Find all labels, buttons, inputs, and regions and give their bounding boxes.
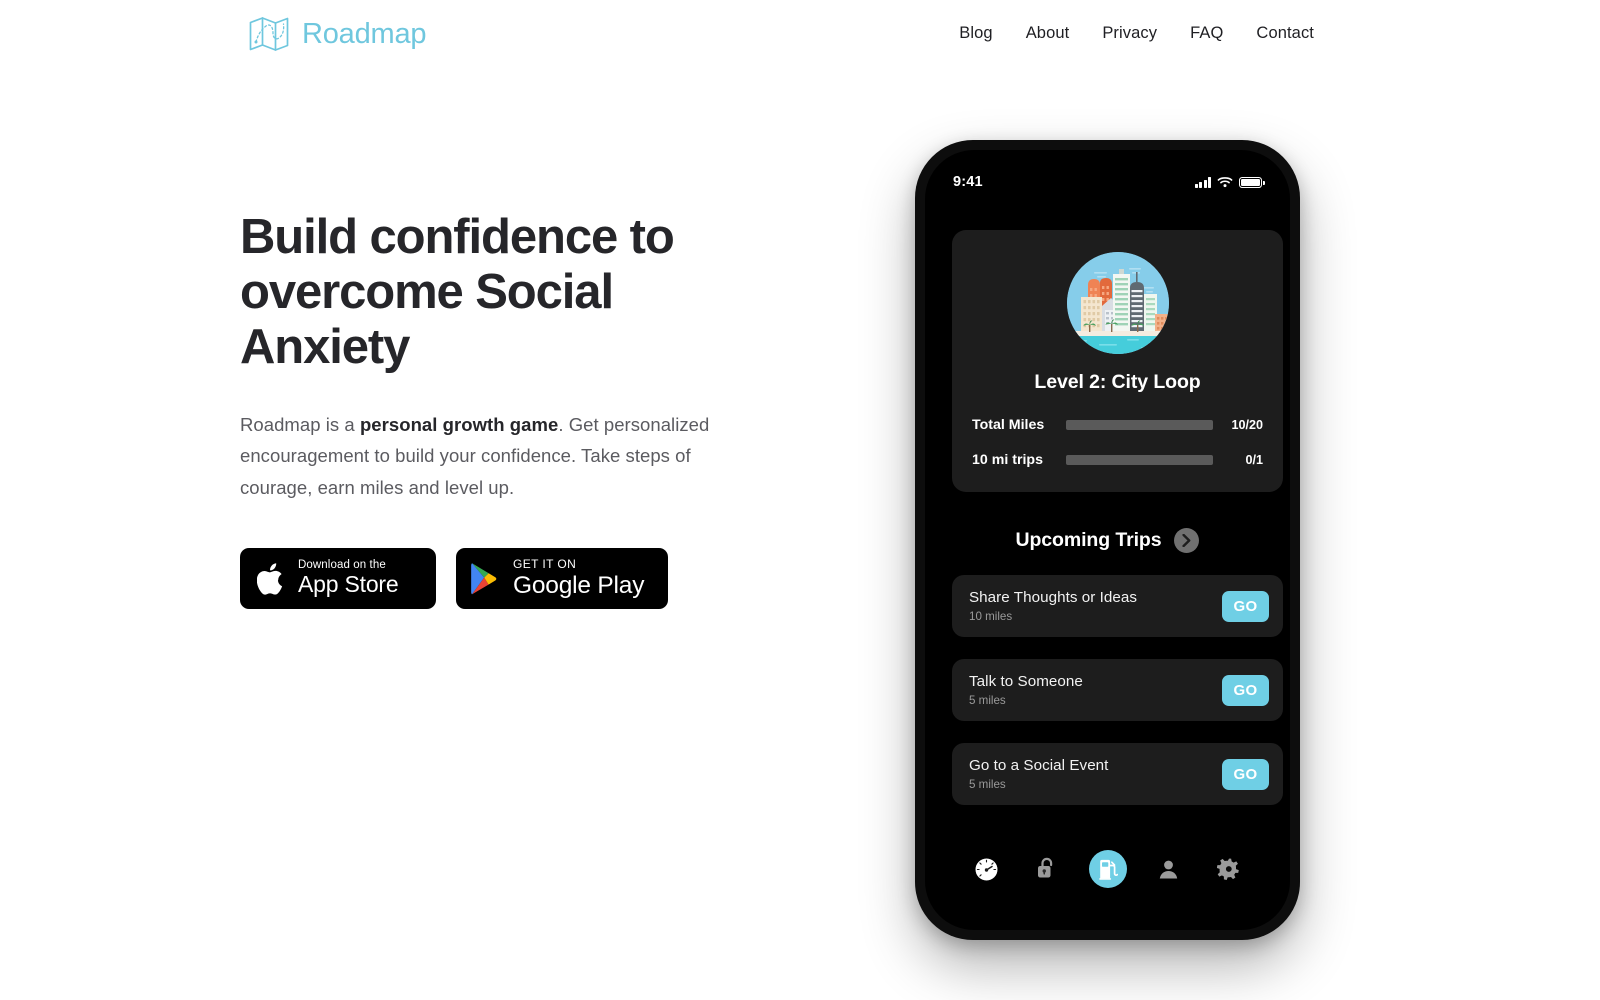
wifi-icon [1217,177,1233,188]
app-store-button[interactable]: Download on the App Store [240,548,436,610]
brand-logo[interactable]: Roadmap [248,14,427,54]
progress-value: 10/20 [1231,418,1263,432]
nav-item-contact[interactable]: Contact [1256,24,1314,43]
trip-miles: 5 miles [969,694,1006,707]
google-play-button[interactable]: GET IT ON Google Play [456,548,668,610]
trip-card[interactable]: Go to a Social Event 5 miles GO [952,743,1283,805]
hero-section: Build confidence to overcome Social Anxi… [240,210,760,610]
tab-speedometer[interactable] [967,850,1005,888]
phone-screen: 9:41 Level 2: City Loop Total Miles 10/2… [925,150,1290,930]
hero-paragraph: Roadmap is a personal growth game. Get p… [240,409,728,504]
store-badges: Download on the App Store GET IT ON Goog… [240,548,760,610]
nav-item-faq[interactable]: FAQ [1190,24,1223,43]
fuel-pump-icon [1099,859,1118,880]
speedometer-icon [975,858,997,880]
phone-frame: 9:41 Level 2: City Loop Total Miles 10/2… [915,140,1300,940]
trip-miles: 5 miles [969,778,1006,791]
trip-name: Talk to Someone [969,673,1083,690]
nav-item-privacy[interactable]: Privacy [1102,24,1157,43]
progress-row-total-miles: Total Miles 10/20 [972,413,1263,437]
tab-unlock[interactable] [1028,850,1066,888]
signal-icon [1195,177,1211,188]
progress-label: Total Miles [972,417,1045,433]
city-skyline-illustration [1066,252,1169,354]
trip-go-button[interactable]: GO [1222,674,1269,706]
bottom-tab-bar [925,850,1290,888]
level-title: Level 2: City Loop [1034,371,1201,393]
google-play-big-label: Google Play [513,571,645,599]
map-icon [249,17,289,51]
nav-item-blog[interactable]: Blog [959,24,992,43]
google-play-icon [471,562,497,594]
person-icon [1159,860,1177,878]
landing-page: Roadmap Blog About Privacy FAQ Contact B… [0,0,1600,1000]
progress-label: 10 mi trips [972,452,1043,468]
hero-paragraph-bold: personal growth game [359,413,559,435]
upcoming-trips-header: Upcoming Trips [925,528,1290,553]
nav-item-about[interactable]: About [1026,24,1070,43]
hero-paragraph-lead: Roadmap is a [240,413,360,435]
status-bar: 9:41 [925,171,1290,193]
level-card: Level 2: City Loop Total Miles 10/20 10 … [952,230,1283,492]
trip-card[interactable]: Share Thoughts or Ideas 10 miles GO [952,575,1283,637]
status-time: 9:41 [953,174,983,190]
brand-name: Roadmap [302,17,427,50]
trip-go-button[interactable]: GO [1222,758,1269,790]
tab-profile[interactable] [1149,850,1187,888]
tab-settings[interactable] [1210,850,1248,888]
trip-miles: 10 miles [969,610,1013,623]
gear-icon [1217,858,1239,880]
chevron-right-icon[interactable] [1174,528,1200,553]
upcoming-trips-title: Upcoming Trips [1015,529,1162,551]
progress-track [1066,420,1213,430]
progress-track [1066,455,1213,465]
unlock-icon [1038,857,1053,878]
main-nav: Blog About Privacy FAQ Contact [959,24,1314,43]
trip-list: Share Thoughts or Ideas 10 miles GO Talk… [952,575,1283,805]
progress-list: Total Miles 10/20 10 mi trips 0/1 [972,413,1263,472]
hero-title: Build confidence to overcome Social Anxi… [240,210,675,374]
trip-card[interactable]: Talk to Someone 5 miles GO [952,659,1283,721]
battery-icon [1239,176,1265,188]
phone-mockup: 9:41 Level 2: City Loop Total Miles 10/2… [915,140,1300,940]
trip-go-button[interactable]: GO [1222,590,1269,622]
site-header: Roadmap Blog About Privacy FAQ Contact [0,0,1600,72]
progress-row-10-mi-trips: 10 mi trips 0/1 [972,448,1263,472]
google-play-small-label: GET IT ON [513,556,577,571]
app-store-big-label: App Store [298,571,399,598]
tab-fuel-pump[interactable] [1088,850,1127,888]
progress-value: 0/1 [1245,453,1263,467]
trip-name: Share Thoughts or Ideas [969,589,1138,606]
status-icons [1195,176,1265,188]
trip-name: Go to a Social Event [969,757,1109,774]
apple-icon [257,562,283,595]
